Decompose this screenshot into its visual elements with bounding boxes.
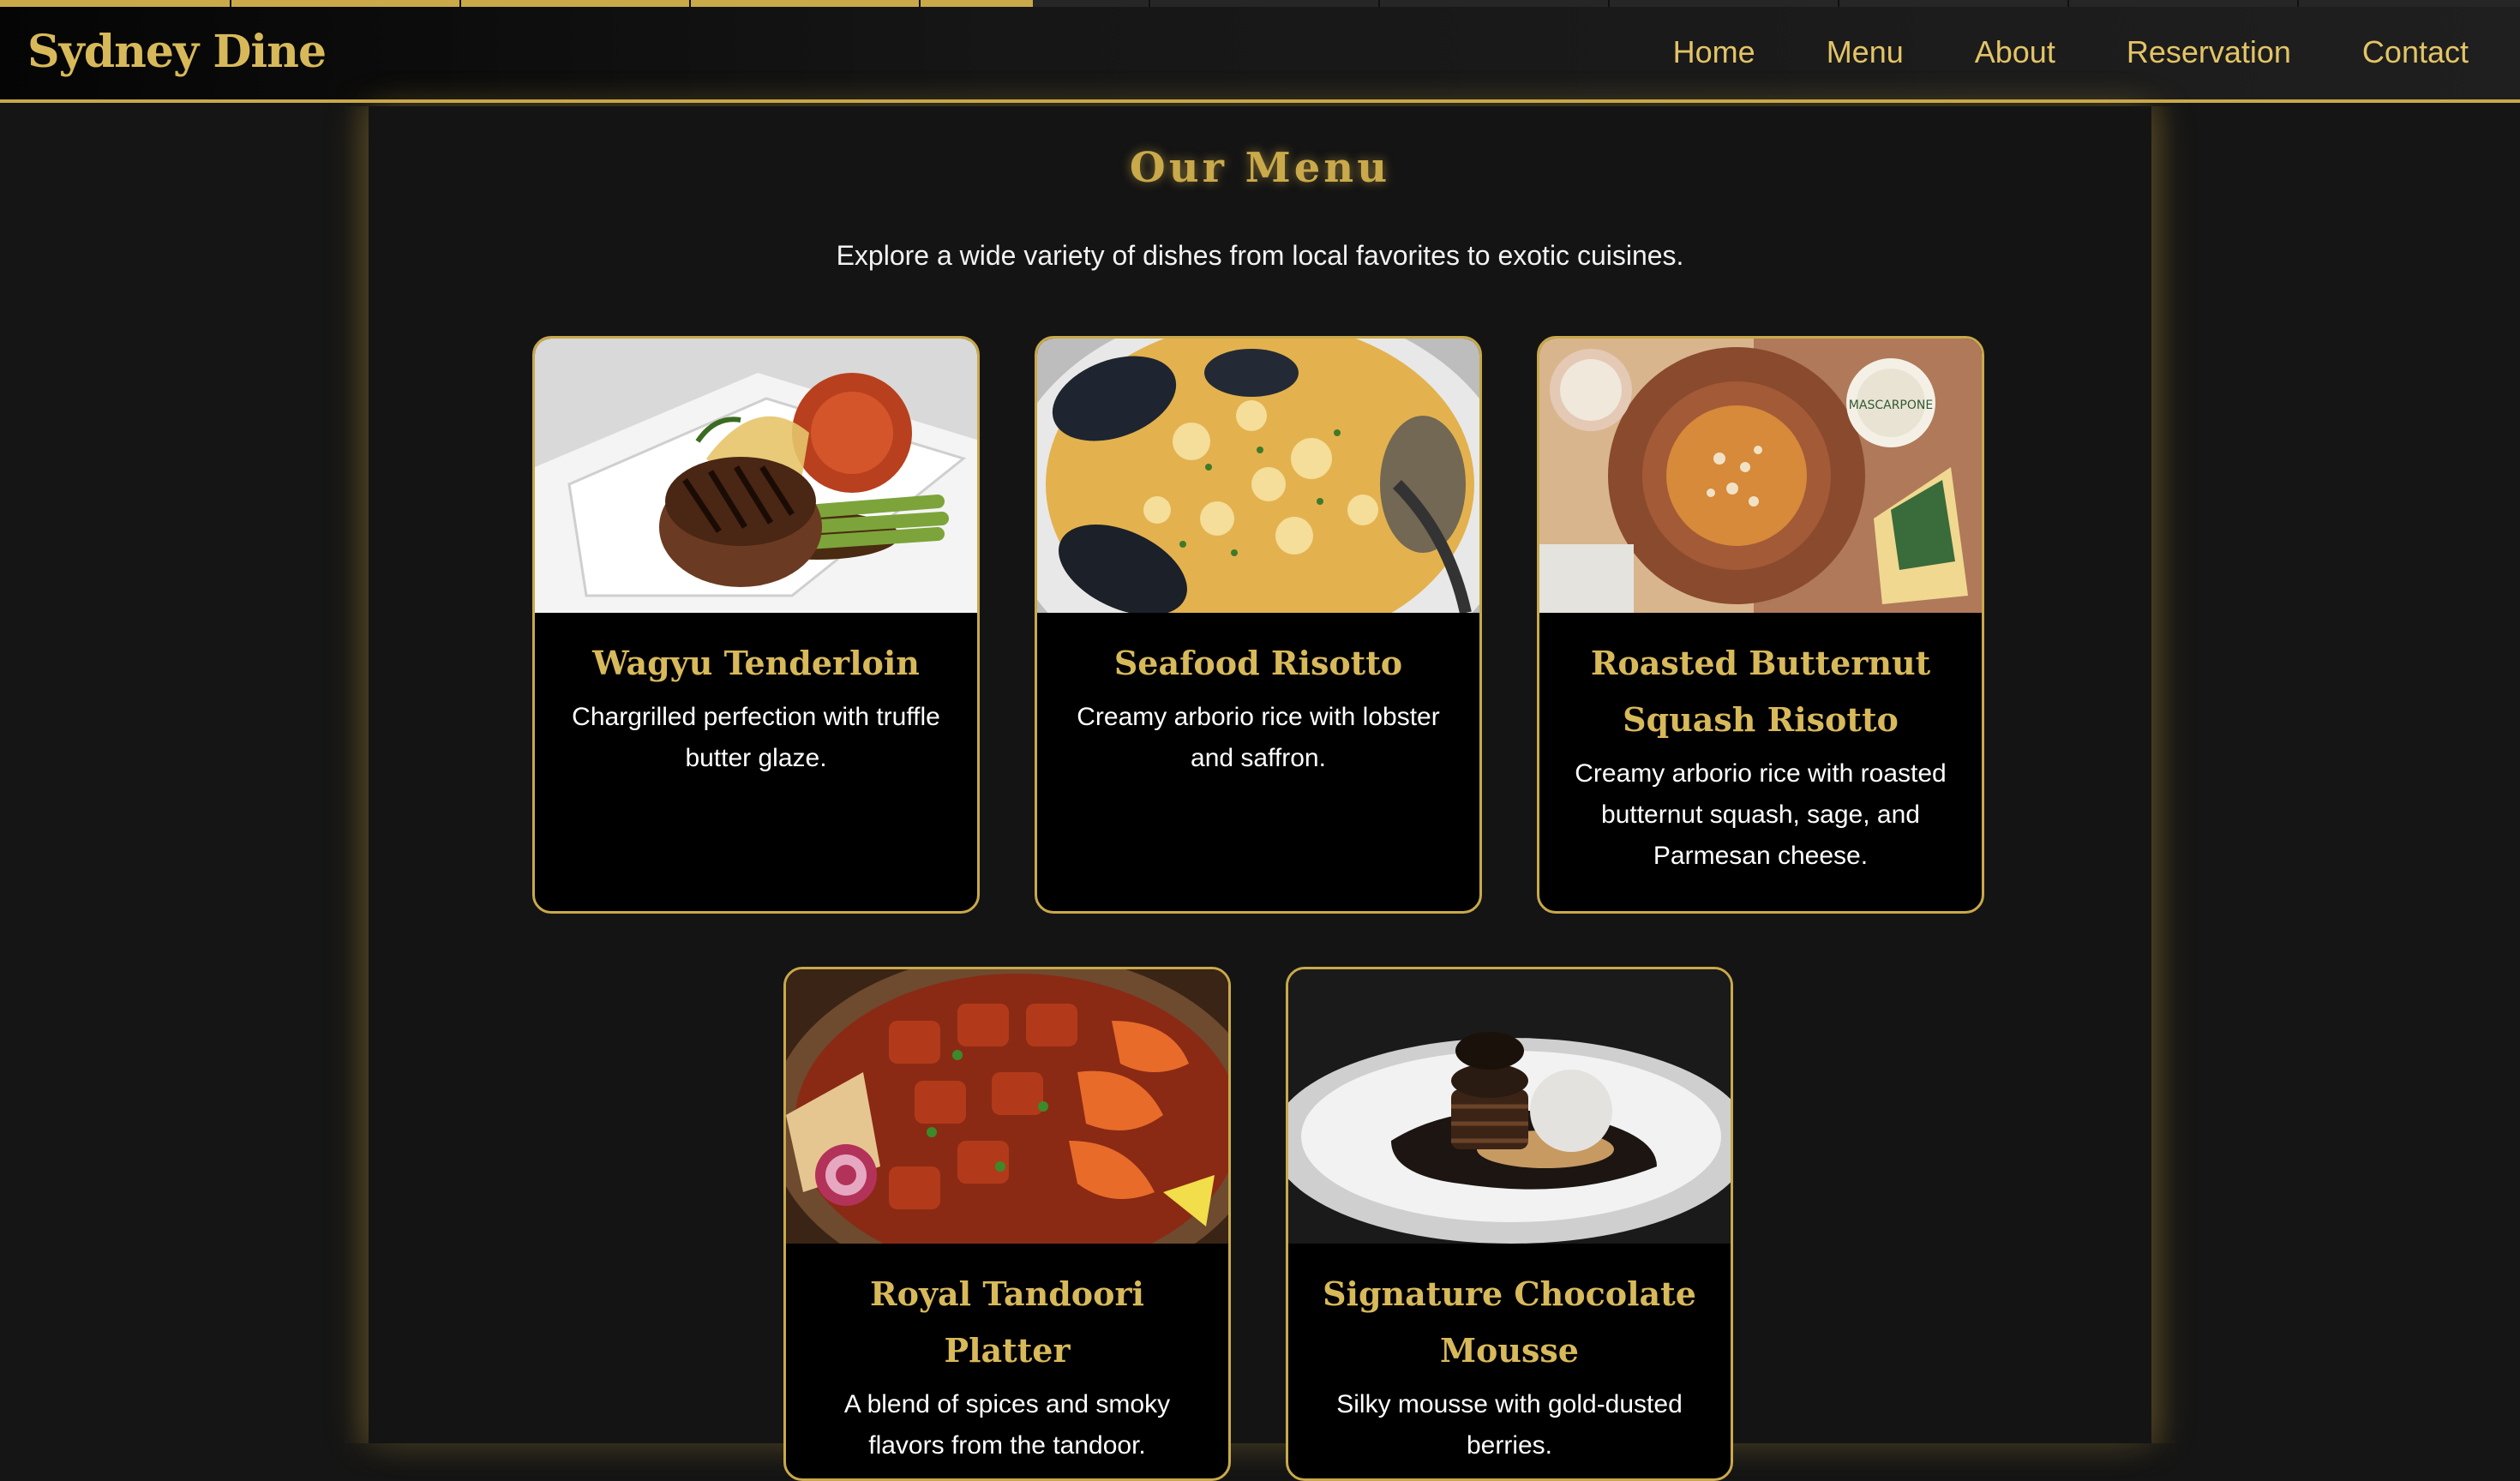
progress-divider — [230, 0, 231, 7]
menu-item-name: Royal Tandoori Platter — [870, 1274, 1144, 1370]
squash-risotto-photo: MASCARPONE — [1539, 339, 1982, 613]
progress-divider — [919, 0, 921, 7]
progress-divider — [1608, 0, 1610, 7]
page-title: Our Menu — [1129, 144, 1391, 192]
menu-item-description: Creamy arborio rice with lobster and saf… — [1077, 703, 1440, 772]
menu-item-name: Seafood Risotto — [1113, 644, 1403, 682]
menu-item-name: Wagyu Tenderloin — [592, 644, 920, 682]
menu-card[interactable]: Seafood Risotto Creamy arborio rice with… — [1035, 336, 1482, 914]
nav-reservation[interactable]: Reservation — [2127, 34, 2291, 70]
menu-card[interactable]: Signature Chocolate Mousse Silky mousse … — [1286, 967, 1733, 1481]
nav-contact[interactable]: Contact — [2362, 34, 2469, 70]
panel-glow-left — [343, 106, 369, 1443]
progress-divider — [1838, 0, 1839, 7]
menu-item-name: Signature Chocolate Mousse — [1323, 1274, 1696, 1370]
menu-card[interactable]: Wagyu Tenderloin Chargrilled perfection … — [532, 336, 980, 914]
progress-divider — [2297, 0, 2299, 7]
tandoori-photo — [786, 969, 1228, 1244]
svg-text:MASCARPONE: MASCARPONE — [1849, 399, 1933, 412]
top-navbar: Sydney Dine Home Menu About Reservation … — [0, 7, 2520, 103]
menu-item-description: Silky mousse with gold-dusted berries. — [1336, 1390, 1683, 1460]
steak-photo — [535, 339, 977, 613]
menu-section: Our Menu Explore a wide variety of dishe… — [369, 106, 2151, 1481]
menu-item-description: A blend of spices and smoky flavors from… — [843, 1390, 1171, 1460]
progress-divider — [1378, 0, 1380, 7]
menu-item-description: Chargrilled perfection with truffle butt… — [572, 703, 940, 772]
progress-divider — [689, 0, 691, 7]
page-subtitle: Explore a wide variety of dishes from lo… — [836, 240, 1684, 271]
chocolate-mousse-photo — [1288, 969, 1731, 1244]
menu-item-name: Roasted Butternut Squash Risotto — [1590, 644, 1931, 739]
progress-divider — [1149, 0, 1150, 7]
menu-item-description: Creamy arborio rice with roasted buttern… — [1575, 759, 1947, 870]
nav-home[interactable]: Home — [1673, 34, 1755, 70]
page-progress-bar — [0, 0, 2520, 7]
seafood-risotto-photo — [1037, 339, 1479, 613]
panel-glow-right — [2151, 106, 2177, 1443]
brand-logo[interactable]: Sydney Dine — [27, 26, 327, 78]
progress-divider — [459, 0, 461, 7]
page-progress-fill — [0, 0, 1034, 7]
nav-menu[interactable]: Menu — [1827, 34, 1904, 70]
nav-about[interactable]: About — [1975, 34, 2055, 70]
progress-divider — [2067, 0, 2069, 7]
main-nav: Home Menu About Reservation Contact — [1602, 34, 2469, 70]
menu-card[interactable]: MASCARPONE Roasted Butternut Squash Riso… — [1537, 336, 1984, 914]
menu-card[interactable]: Royal Tandoori Platter A blend of spices… — [783, 967, 1231, 1481]
